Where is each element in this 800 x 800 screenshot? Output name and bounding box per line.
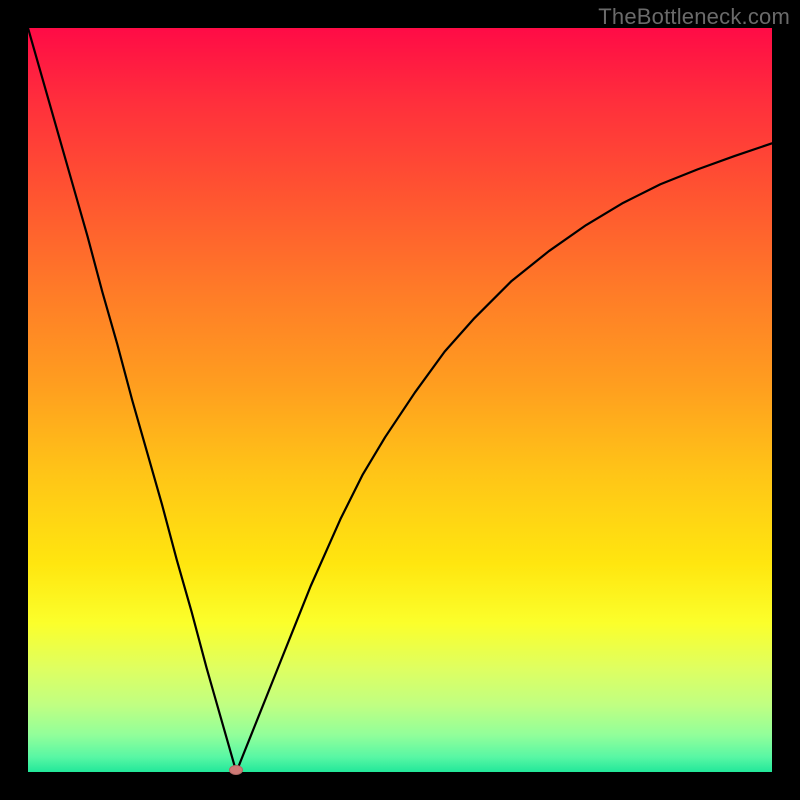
watermark-label: TheBottleneck.com — [598, 4, 790, 30]
minimum-marker — [229, 765, 243, 775]
chart-frame: TheBottleneck.com — [0, 0, 800, 800]
bottleneck-curve — [28, 28, 772, 772]
